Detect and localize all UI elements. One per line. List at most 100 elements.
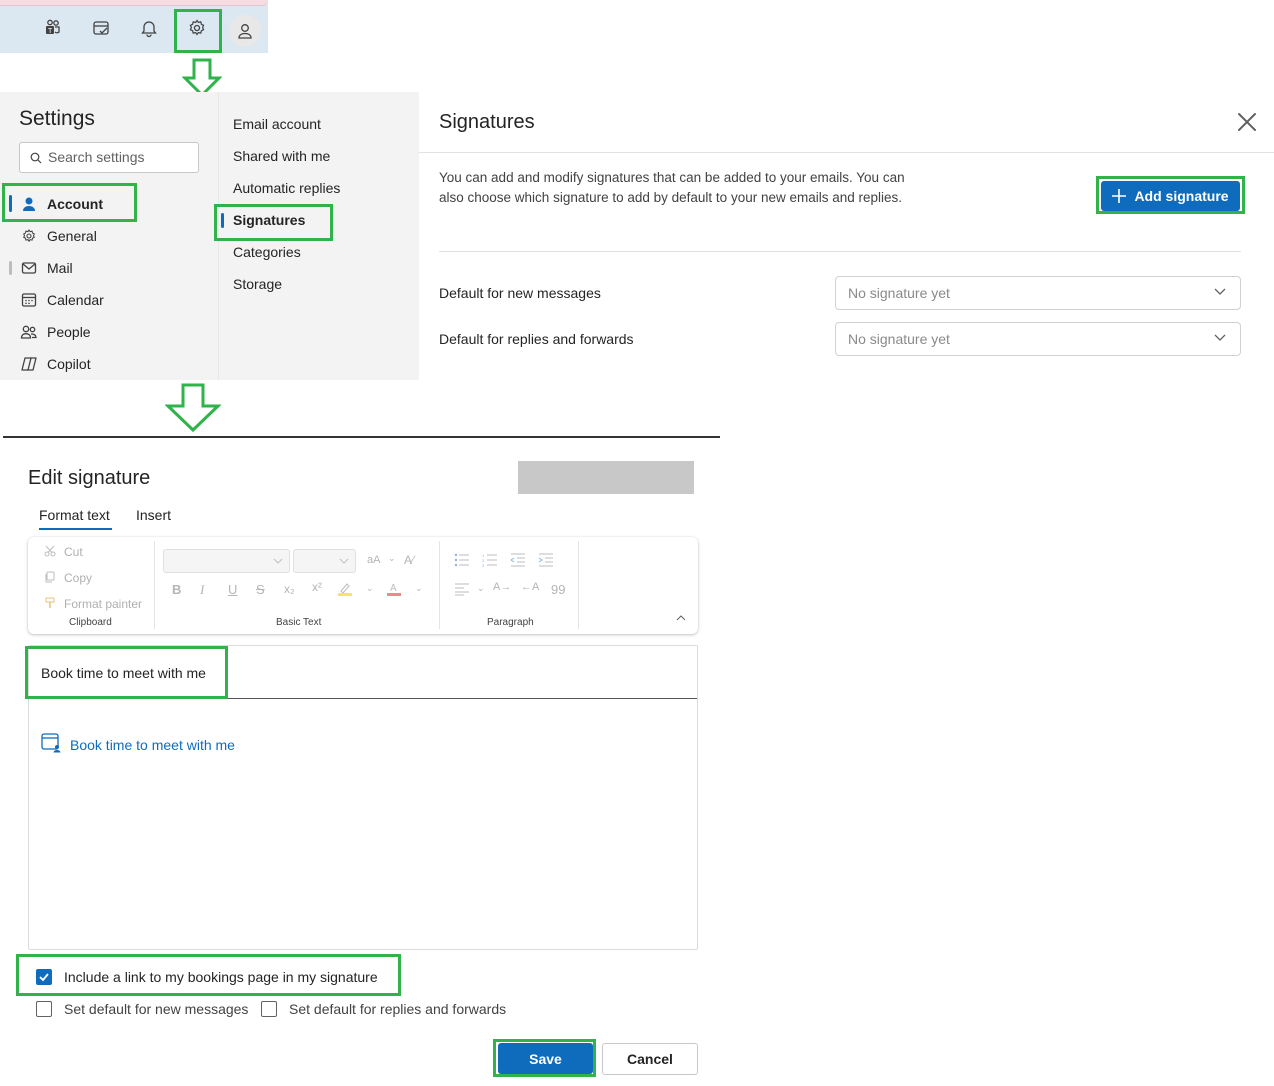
nav-item-people[interactable]: People xyxy=(20,320,91,344)
basic-text-group-label: Basic Text xyxy=(276,617,322,628)
superscript-icon[interactable]: x² xyxy=(312,580,322,594)
search-icon xyxy=(30,152,42,164)
person-icon xyxy=(20,195,38,213)
chevron-down-icon xyxy=(273,558,283,564)
clipboard-group-label: Clipboard xyxy=(69,617,112,628)
checkmark-icon xyxy=(39,973,49,982)
arrow-down-icon xyxy=(165,383,221,433)
align-icon[interactable] xyxy=(454,582,470,596)
teams-icon[interactable]: T xyxy=(40,15,66,41)
nav-item-account[interactable]: Account xyxy=(20,192,103,216)
signature-name-field[interactable]: Book time to meet with me xyxy=(41,665,206,681)
divider xyxy=(419,152,1274,153)
crop-edge xyxy=(3,436,720,438)
search-input[interactable] xyxy=(48,149,193,165)
bell-icon[interactable] xyxy=(136,15,162,41)
subnav-email-account[interactable]: Email account xyxy=(233,116,321,132)
tab-underline xyxy=(39,528,112,530)
collapse-ribbon-icon[interactable] xyxy=(676,615,686,621)
nav-label: Calendar xyxy=(47,292,104,308)
booking-link[interactable]: Book time to meet with me xyxy=(70,737,235,753)
dropdown-value: No signature yet xyxy=(848,331,950,347)
chevron-down-icon xyxy=(1214,334,1226,341)
copy-button[interactable]: Copy xyxy=(64,571,92,585)
subscript-icon[interactable]: x₂ xyxy=(284,582,295,596)
default-new-dropdown[interactable]: No signature yet xyxy=(835,276,1241,310)
chevron-down-icon xyxy=(339,558,349,564)
chevron-down-icon: ⌄ xyxy=(388,553,396,563)
cut-button[interactable]: Cut xyxy=(64,545,83,559)
calendar-icon xyxy=(20,291,38,309)
nav-label: People xyxy=(47,324,91,340)
separator xyxy=(439,541,440,629)
strikethrough-icon[interactable]: S xyxy=(256,582,265,597)
clear-format-icon[interactable]: A⁄ xyxy=(404,553,414,567)
divider xyxy=(29,698,697,699)
font-size-icon[interactable]: aA xyxy=(367,554,380,566)
default-reply-dropdown[interactable]: No signature yet xyxy=(835,322,1241,356)
highlight-icon[interactable] xyxy=(337,581,353,597)
signatures-title: Signatures xyxy=(439,111,535,133)
underline-icon[interactable]: U xyxy=(228,582,237,597)
nav-item-mail[interactable]: Mail xyxy=(20,256,73,280)
subnav-categories[interactable]: Categories xyxy=(233,244,301,260)
include-link-checkbox[interactable] xyxy=(36,969,52,985)
bookings-calendar-icon xyxy=(41,733,61,753)
tab-insert[interactable]: Insert xyxy=(136,507,171,523)
default-new-checkbox-label: Set default for new messages xyxy=(64,1001,249,1017)
nav-item-copilot[interactable]: Copilot xyxy=(20,352,91,376)
tab-format-text[interactable]: Format text xyxy=(39,507,110,523)
decrease-indent-icon[interactable] xyxy=(510,553,526,567)
close-icon[interactable] xyxy=(1236,111,1258,133)
signature-editor[interactable] xyxy=(28,645,698,950)
default-reply-checkbox-label: Set default for replies and forwards xyxy=(289,1001,507,1017)
gear-icon[interactable] xyxy=(184,15,210,41)
font-color-icon[interactable]: A xyxy=(386,581,402,597)
chevron-down-icon: ⌄ xyxy=(477,583,485,593)
selection-indicator xyxy=(9,195,12,212)
nav-label: Copilot xyxy=(47,356,91,372)
default-reply-label: Default for replies and forwards xyxy=(439,331,634,347)
subnav-storage[interactable]: Storage xyxy=(233,276,282,292)
ltr-icon[interactable]: A→ xyxy=(493,581,511,593)
nav-item-calendar[interactable]: Calendar xyxy=(20,288,104,312)
redacted-block xyxy=(518,461,694,494)
selection-indicator xyxy=(221,213,224,228)
nav-item-general[interactable]: General xyxy=(20,224,97,248)
plus-icon xyxy=(1112,189,1127,203)
svg-text:A: A xyxy=(390,583,397,594)
add-signature-button[interactable]: Add signature xyxy=(1101,181,1240,211)
subnav-automatic-replies[interactable]: Automatic replies xyxy=(233,180,340,196)
quote-icon[interactable]: 99 xyxy=(551,582,565,597)
subnav-shared-with-me[interactable]: Shared with me xyxy=(233,148,330,164)
svg-text:T: T xyxy=(48,28,53,35)
numbering-icon[interactable]: 123 xyxy=(482,553,498,567)
add-signature-label: Add signature xyxy=(1134,188,1229,204)
chevron-down-icon: ⌄ xyxy=(415,583,423,593)
subnav-signatures[interactable]: Signatures xyxy=(233,212,305,228)
increase-indent-icon[interactable] xyxy=(538,553,554,567)
nav-label: General xyxy=(47,228,97,244)
nav-label: Mail xyxy=(47,260,73,276)
default-new-checkbox[interactable] xyxy=(36,1001,52,1017)
edit-signature-title: Edit signature xyxy=(28,467,151,489)
font-family-select[interactable] xyxy=(163,549,290,573)
italic-icon[interactable]: I xyxy=(200,582,204,598)
cancel-button[interactable]: Cancel xyxy=(602,1043,698,1075)
bold-icon[interactable]: B xyxy=(172,582,181,597)
avatar[interactable] xyxy=(229,15,261,47)
format-painter-button[interactable]: Format painter xyxy=(64,597,142,611)
save-button[interactable]: Save xyxy=(498,1043,593,1074)
bullets-icon[interactable] xyxy=(454,553,470,567)
save-label: Save xyxy=(529,1050,562,1067)
font-size-select[interactable] xyxy=(293,549,356,573)
copilot-icon xyxy=(20,355,38,373)
rtl-icon[interactable]: ←A xyxy=(521,581,539,593)
format-painter-icon xyxy=(45,597,55,608)
default-reply-checkbox[interactable] xyxy=(261,1001,277,1017)
tasks-icon[interactable] xyxy=(88,15,114,41)
search-box[interactable] xyxy=(19,142,199,173)
cancel-label: Cancel xyxy=(627,1051,673,1067)
default-new-label: Default for new messages xyxy=(439,285,601,301)
nav-label: Account xyxy=(47,196,103,212)
